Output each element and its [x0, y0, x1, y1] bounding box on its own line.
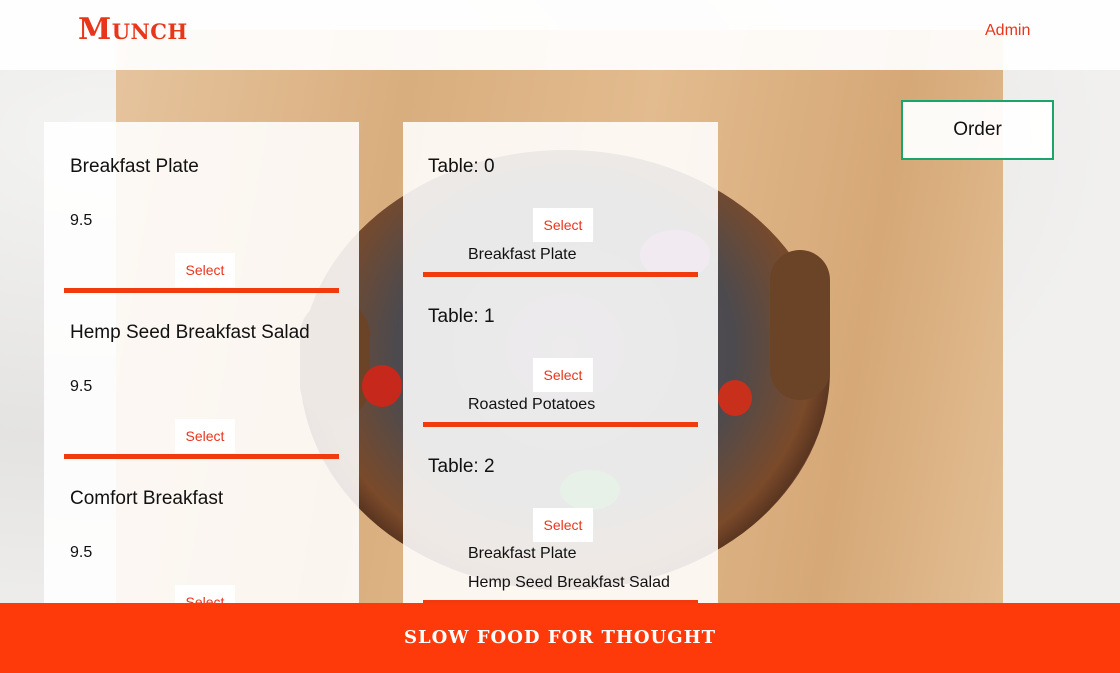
table-order-item: Hemp Seed Breakfast Salad	[468, 574, 670, 591]
menu-item-price: 9.5	[70, 378, 93, 395]
background-bowl-handle-right	[770, 250, 830, 400]
select-menu-item-button[interactable]: Select	[175, 419, 235, 453]
table-label: Table: 1	[428, 306, 495, 327]
admin-link[interactable]: Admin	[985, 22, 1030, 40]
select-table-button[interactable]: Select	[533, 358, 593, 392]
footer-banner: SLOW FOOD FOR THOUGHT	[0, 603, 1120, 673]
select-table-button[interactable]: Select	[533, 208, 593, 242]
app-logo[interactable]: Munch	[78, 12, 188, 47]
table-order-item: Breakfast Plate	[468, 246, 577, 263]
menu-item-name: Breakfast Plate	[70, 156, 199, 177]
menu-item-price: 9.5	[70, 544, 93, 561]
table-order-item: Breakfast Plate	[468, 545, 577, 562]
background-tomato	[362, 365, 402, 407]
table-label: Table: 2	[428, 456, 495, 477]
table-label: Table: 0	[428, 156, 495, 177]
menu-item: Breakfast Plate 9.5 Select	[44, 122, 359, 293]
table-card: Table: 0 Select Breakfast Plate	[403, 122, 718, 277]
table-order-item: Roasted Potatoes	[468, 396, 596, 413]
select-table-button[interactable]: Select	[533, 508, 593, 542]
menu-item: Hemp Seed Breakfast Salad 9.5 Select	[44, 288, 359, 459]
order-button[interactable]: Order	[901, 100, 1054, 160]
select-menu-item-button[interactable]: Select	[175, 585, 235, 603]
menu-item-name: Comfort Breakfast	[70, 488, 224, 509]
tables-panel: Table: 0 Select Breakfast Plate Table: 1…	[403, 122, 718, 603]
menu-item: Comfort Breakfast 9.5 Select	[44, 454, 359, 603]
table-card: Table: 2 Select Breakfast Plate Hemp See…	[403, 422, 718, 603]
menu-item-name: Hemp Seed Breakfast Salad	[70, 322, 310, 343]
select-menu-item-button[interactable]: Select	[175, 253, 235, 287]
footer-tagline: SLOW FOOD FOR THOUGHT	[403, 627, 717, 648]
background-tomato	[718, 380, 752, 416]
menu-panel: Breakfast Plate 9.5 Select Hemp Seed Bre…	[44, 122, 359, 603]
menu-item-price: 9.5	[70, 212, 93, 229]
table-card: Table: 1 Select Roasted Potatoes	[403, 272, 718, 427]
top-header: Munch Admin	[0, 0, 1120, 70]
